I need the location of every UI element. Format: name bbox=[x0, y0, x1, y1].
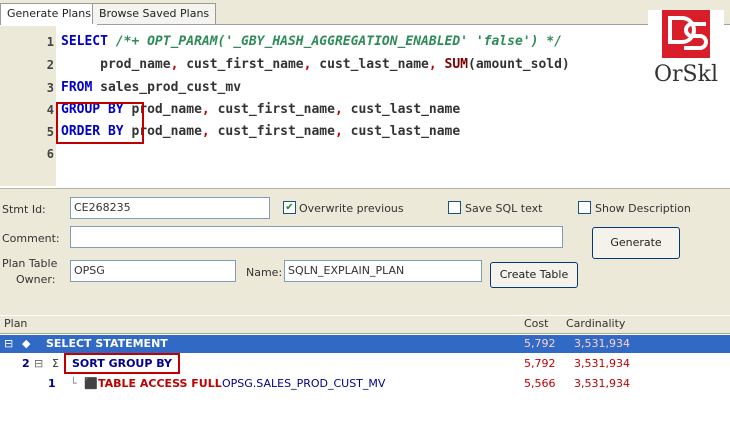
generate-button[interactable]: Generate bbox=[592, 227, 680, 259]
code-token: FROM bbox=[61, 80, 101, 95]
stmt-id-input[interactable]: CE268235 bbox=[70, 197, 270, 219]
line-number: 5 bbox=[46, 125, 54, 139]
tab-generate-plans[interactable]: Generate Plans bbox=[0, 3, 99, 25]
tab-bar: Generate Plans Browse Saved Plans bbox=[0, 0, 730, 25]
tree-connector-icon: └ bbox=[70, 377, 77, 390]
plan-row-table-access-full[interactable]: 1 └ ⬛ TABLE ACCESS FULL OPSG.SALES_PROD_… bbox=[0, 375, 730, 393]
plan-object-name: OPSG.SALES_PROD_CUST_MV bbox=[222, 377, 386, 390]
orskl-logo-text: OrSkl bbox=[654, 62, 718, 87]
code-token: , bbox=[170, 57, 187, 72]
collapse-toggle-icon[interactable]: ⊟ bbox=[4, 337, 13, 350]
operation-icon: ◆ bbox=[22, 337, 31, 350]
plan-options-form: Stmt Id: CE268235 ✔ Overwrite previous S… bbox=[0, 188, 730, 315]
code-token: , bbox=[201, 102, 218, 117]
code-token: (amount_sold) bbox=[468, 57, 570, 72]
code-token: prod_name bbox=[61, 57, 171, 72]
stmt-id-label: Stmt Id: bbox=[2, 203, 46, 216]
plan-table-name-input[interactable]: SQLN_EXPLAIN_PLAN bbox=[284, 260, 482, 282]
code-token: SUM bbox=[444, 57, 469, 72]
overwrite-previous-checkbox[interactable]: ✔ bbox=[283, 201, 296, 214]
cardinality-column-header[interactable]: Cardinality bbox=[566, 317, 625, 330]
plan-cost: 5,792 bbox=[524, 337, 556, 350]
line-number: 1 bbox=[46, 35, 54, 49]
plan-operation: SELECT STATEMENT bbox=[46, 337, 168, 350]
plan-operation: TABLE ACCESS FULL bbox=[98, 377, 222, 390]
show-description-label: Show Description bbox=[595, 202, 691, 215]
code-token: , bbox=[334, 124, 351, 139]
code-token: , bbox=[303, 57, 320, 72]
table-icon: ⬛ bbox=[84, 377, 98, 390]
code-token: /*+ OPT_PARAM('_GBY_HASH_AGGREGATION_ENA… bbox=[115, 34, 562, 49]
sql-editor[interactable]: 1 2 3 4 5 6 SELECT /*+ OPT_PARAM('_GBY_H… bbox=[0, 26, 730, 186]
save-sql-text-label: Save SQL text bbox=[465, 202, 543, 215]
plan-step-id: 2 bbox=[22, 357, 30, 370]
code-line-1: SELECT /*+ OPT_PARAM('_GBY_HASH_AGGREGAT… bbox=[61, 34, 562, 49]
code-line-2: prod_name, cust_first_name, cust_last_na… bbox=[61, 57, 570, 72]
line-number: 6 bbox=[46, 147, 54, 161]
plan-cardinality: 3,531,934 bbox=[574, 337, 630, 350]
owner-label: Owner: bbox=[16, 273, 56, 286]
code-token: , bbox=[334, 102, 351, 117]
code-token: , bbox=[201, 124, 218, 139]
orskl-mark-icon bbox=[668, 16, 708, 50]
orskl-logo: OrSkl bbox=[648, 10, 724, 90]
plan-grid-header: Plan Cost Cardinality bbox=[0, 316, 730, 334]
tab-browse-saved-plans[interactable]: Browse Saved Plans bbox=[92, 3, 217, 24]
code-token: cust_first_name bbox=[217, 102, 335, 117]
plan-cost: 5,566 bbox=[524, 377, 556, 390]
owner-input[interactable]: OPSG bbox=[70, 260, 236, 282]
code-token: sales_prod_cust_mv bbox=[100, 80, 242, 95]
name-label: Name: bbox=[246, 266, 283, 279]
plan-row-select-statement[interactable]: ⊟ ◆ SELECT STATEMENT 5,792 3,531,934 bbox=[0, 335, 730, 353]
code-token: cust_last_name bbox=[319, 57, 429, 72]
code-token: cust_last_name bbox=[350, 124, 461, 139]
orskl-logo-mark bbox=[662, 10, 710, 58]
sort-group-by-highlight bbox=[64, 353, 180, 374]
comment-label: Comment: bbox=[2, 232, 60, 245]
plan-step-id: 1 bbox=[48, 377, 56, 390]
cost-column-header[interactable]: Cost bbox=[524, 317, 548, 330]
code-token: cust_first_name bbox=[217, 124, 335, 139]
comment-input[interactable] bbox=[70, 226, 563, 248]
save-sql-text-checkbox[interactable] bbox=[448, 201, 461, 214]
plan-column-header[interactable]: Plan bbox=[4, 317, 27, 330]
code-token: , bbox=[428, 57, 445, 72]
line-number: 2 bbox=[46, 58, 54, 72]
line-number: 3 bbox=[46, 81, 54, 95]
operation-icon: Σ bbox=[52, 357, 59, 370]
plan-cost: 5,792 bbox=[524, 357, 556, 370]
plan-cardinality: 3,531,934 bbox=[574, 357, 630, 370]
create-table-button[interactable]: Create Table bbox=[490, 262, 578, 288]
plan-cardinality: 3,531,934 bbox=[574, 377, 630, 390]
line-number-gutter: 1 2 3 4 5 6 bbox=[0, 26, 56, 186]
code-token: cust_first_name bbox=[186, 57, 304, 72]
collapse-toggle-icon[interactable]: ⊟ bbox=[34, 357, 43, 370]
code-token: SELECT bbox=[61, 34, 116, 49]
overwrite-previous-label: Overwrite previous bbox=[299, 202, 404, 215]
group-order-by-highlight bbox=[56, 102, 144, 144]
code-token: cust_last_name bbox=[350, 102, 461, 117]
show-description-checkbox[interactable] bbox=[578, 201, 591, 214]
line-number: 4 bbox=[46, 103, 54, 117]
code-line-3: FROM sales_prod_cust_mv bbox=[61, 80, 241, 95]
plan-table-label: Plan Table bbox=[2, 257, 58, 270]
